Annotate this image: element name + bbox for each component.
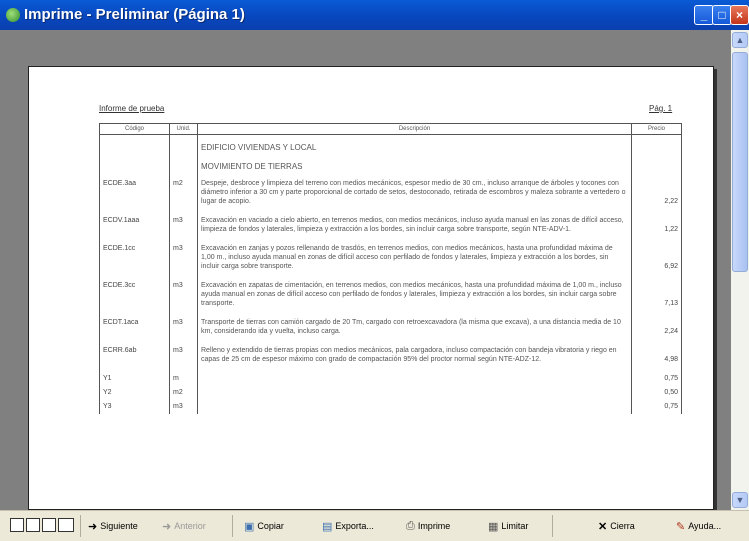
scroll-thumb[interactable] [732, 52, 748, 272]
column-header-description: Descripción [197, 123, 632, 135]
window-title: Imprime - Preliminar (Página 1) [24, 6, 245, 23]
previous-page-label: Anterior [174, 521, 206, 531]
export-button[interactable]: ▤ Exporta... [318, 516, 378, 536]
row-code: Y3 [99, 400, 170, 414]
row-code: ECDE.3cc [99, 279, 170, 316]
row-price: 0,50 [631, 386, 682, 400]
row-code: ECRR.6ab [99, 344, 170, 372]
arrow-left-icon: ➜ [162, 520, 172, 533]
maximize-button[interactable]: □ [712, 5, 732, 25]
toolbar-separator [552, 515, 553, 537]
row-price: 7,13 [631, 279, 682, 316]
row-price: 0,75 [631, 400, 682, 414]
limit-button[interactable]: ▦ Limitar [484, 516, 532, 536]
view-page-width-icon[interactable] [42, 518, 56, 532]
next-page-label: Siguiente [100, 521, 138, 531]
print-label: Imprime [417, 521, 451, 531]
table-row: Y1 m 0,75 [99, 372, 682, 386]
row-unit: m3 [169, 279, 198, 316]
row-description: Transporte de tierras con camión cargado… [197, 316, 632, 344]
row-price: 0,75 [631, 372, 682, 386]
table-row: ECDV.1aaa m3 Excavación en vaciado a cielo… [99, 214, 682, 242]
arrow-right-icon: ➜ [88, 520, 98, 533]
vertical-scrollbar[interactable]: ▲ ▼ [731, 30, 749, 510]
row-price: 6,92 [631, 242, 682, 279]
column-header-unit: Unid. [169, 123, 198, 135]
row-code: Y2 [99, 386, 170, 400]
row-description: Excavación en vaciado a cielo abierto, e… [197, 214, 632, 242]
toolbar-separator [80, 515, 81, 537]
row-code: ECDT.1aca [99, 316, 170, 344]
copy-button[interactable]: ▣ Copiar [240, 516, 288, 536]
row-price: 2,24 [631, 316, 682, 344]
help-button[interactable]: ✎ Ayuda... [672, 516, 725, 536]
table-row: ECDE.1cc m3 Excavación en zanjas y pozos r… [99, 242, 682, 279]
table-row: ECDE.3aa m2 Despeje, desbroce y limpieza d… [99, 177, 682, 214]
preview-area[interactable]: Informe de prueba Pág. 1 Código Unid. De… [0, 30, 749, 510]
view-two-pages-icon[interactable] [10, 518, 24, 532]
row-code: ECDV.1aaa [99, 214, 170, 242]
row-unit: m3 [169, 400, 198, 414]
toolbar-separator [232, 515, 233, 537]
view-one-page-icon[interactable] [26, 518, 40, 532]
export-icon: ▤ [322, 520, 333, 533]
row-price: 1,22 [631, 214, 682, 242]
row-unit: m3 [169, 344, 198, 372]
help-label: Ayuda... [688, 521, 722, 531]
export-label: Exporta... [335, 521, 374, 531]
row-description [197, 372, 632, 386]
row-description: Relleno y extendido de tierras propias c… [197, 344, 632, 372]
copy-label: Copiar [257, 521, 284, 531]
row-description: Excavación en zapatas de cimentación, en… [197, 279, 632, 316]
section-heading: EDIFICIO VIVIENDAS Y LOCAL [197, 134, 632, 154]
previous-page-button[interactable]: ➜ Anterior [158, 516, 210, 536]
table-row: Y2 m2 0,50 [99, 386, 682, 400]
scroll-up-arrow-icon[interactable]: ▲ [732, 32, 748, 48]
row-unit: m3 [169, 316, 198, 344]
close-icon: ✕ [598, 520, 608, 533]
table-row: Y3 m3 0,75 [99, 400, 682, 414]
report-table: Código Unid. Descripción Precio EDIFICIO… [99, 123, 682, 414]
close-window-button[interactable]: × [730, 5, 749, 25]
window-titlebar[interactable]: Imprime - Preliminar (Página 1) _ □ × [0, 0, 749, 30]
row-code: ECDE.3aa [99, 177, 170, 214]
limit-label: Limitar [501, 521, 529, 531]
row-description: Despeje, desbroce y limpieza del terreno… [197, 177, 632, 214]
table-row: ECDT.1aca m3 Transporte de tierras con cam… [99, 316, 682, 344]
close-button[interactable]: ✕ Cierra [594, 516, 639, 536]
table-row: ECDE.3cc m3 Excavación en zapatas de cimen… [99, 279, 682, 316]
printer-icon: ⎙ [406, 519, 415, 532]
limit-icon: ▦ [488, 520, 499, 533]
row-unit: m [169, 372, 198, 386]
row-unit: m3 [169, 242, 198, 279]
row-unit: m3 [169, 214, 198, 242]
print-button[interactable]: ⎙ Imprime [402, 516, 454, 536]
copy-icon: ▣ [244, 520, 255, 533]
report-title: Informe de prueba [99, 104, 165, 113]
view-zoom-icon[interactable] [58, 518, 74, 532]
column-header-price: Precio [631, 123, 682, 135]
row-unit: m2 [169, 386, 198, 400]
next-page-button[interactable]: ➜ Siguiente [84, 516, 142, 536]
section-heading: MOVIMIENTO DE TIERRAS [197, 154, 632, 177]
row-code: Y1 [99, 372, 170, 386]
row-description: Excavación en zanjas y pozos rellenando … [197, 242, 632, 279]
report-page: Informe de prueba Pág. 1 Código Unid. De… [28, 66, 714, 510]
row-price: 4,98 [631, 344, 682, 372]
row-description [197, 400, 632, 414]
row-code: ECDE.1cc [99, 242, 170, 279]
bottom-toolbar: ➜ Siguiente ➜ Anterior ▣ Copiar ▤ Export… [0, 510, 749, 541]
scroll-down-arrow-icon[interactable]: ▼ [732, 492, 748, 508]
report-page-number: Pág. 1 [649, 104, 673, 113]
help-icon: ✎ [676, 520, 686, 533]
close-label: Cierra [610, 521, 635, 531]
row-description [197, 386, 632, 400]
row-price: 2,22 [631, 177, 682, 214]
table-row: ECRR.6ab m3 Relleno y extendido de tierras… [99, 344, 682, 372]
row-unit: m2 [169, 177, 198, 214]
app-icon [6, 8, 20, 22]
minimize-button[interactable]: _ [694, 5, 714, 25]
column-header-code: Código [99, 123, 170, 135]
